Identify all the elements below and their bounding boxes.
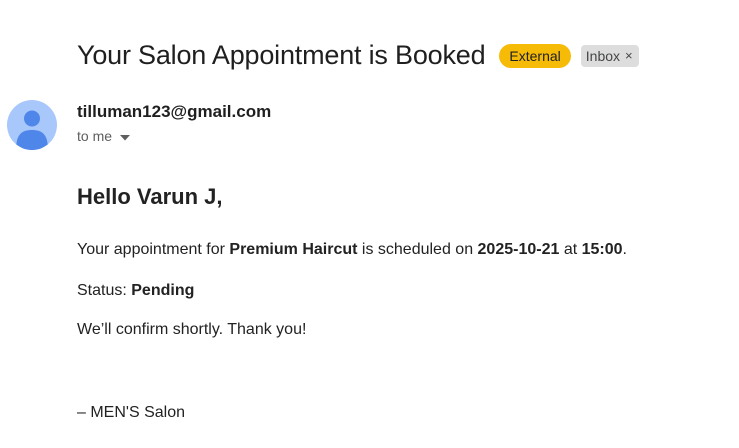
confirm-line: We’ll confirm shortly. Thank you! [77, 321, 307, 338]
service-name: Premium Haircut [229, 241, 358, 258]
avatar-person-icon [16, 110, 48, 150]
appointment-prefix: Your appointment for [77, 241, 230, 258]
email-body: Hello Varun J, Your appointment for Prem… [77, 184, 717, 423]
appointment-line: Your appointment for Premium Haircut is … [77, 240, 717, 260]
close-icon[interactable]: × [625, 45, 633, 67]
chevron-down-icon[interactable] [120, 128, 131, 144]
recipient-text: to me [77, 128, 113, 144]
appointment-date: 2025-10-21 [477, 241, 560, 258]
status-value: Pending [131, 282, 195, 299]
signature: – MEN'S Salon [77, 404, 185, 421]
appointment-end: . [622, 241, 627, 258]
greeting-heading: Hello Varun J, [77, 184, 223, 209]
sender-email[interactable]: tilluman123@gmail.com [77, 102, 271, 122]
email-view: Your Salon Appointment is Booked Externa… [0, 0, 739, 448]
inbox-label-text: Inbox [585, 47, 621, 64]
subject-header: Your Salon Appointment is Booked Externa… [77, 40, 639, 71]
appointment-mid: is scheduled on [357, 241, 478, 258]
inbox-label-chip[interactable]: Inbox × [580, 44, 639, 67]
status-line: Status: Pending [77, 281, 717, 301]
email-subject: Your Salon Appointment is Booked [77, 40, 486, 70]
sender-avatar[interactable] [7, 100, 57, 150]
recipient-details-toggle[interactable]: to me [77, 128, 131, 144]
appointment-time: 15:00 [581, 241, 623, 258]
external-badge: External [499, 43, 571, 68]
status-label: Status: [77, 282, 132, 299]
appointment-at: at [559, 241, 582, 258]
